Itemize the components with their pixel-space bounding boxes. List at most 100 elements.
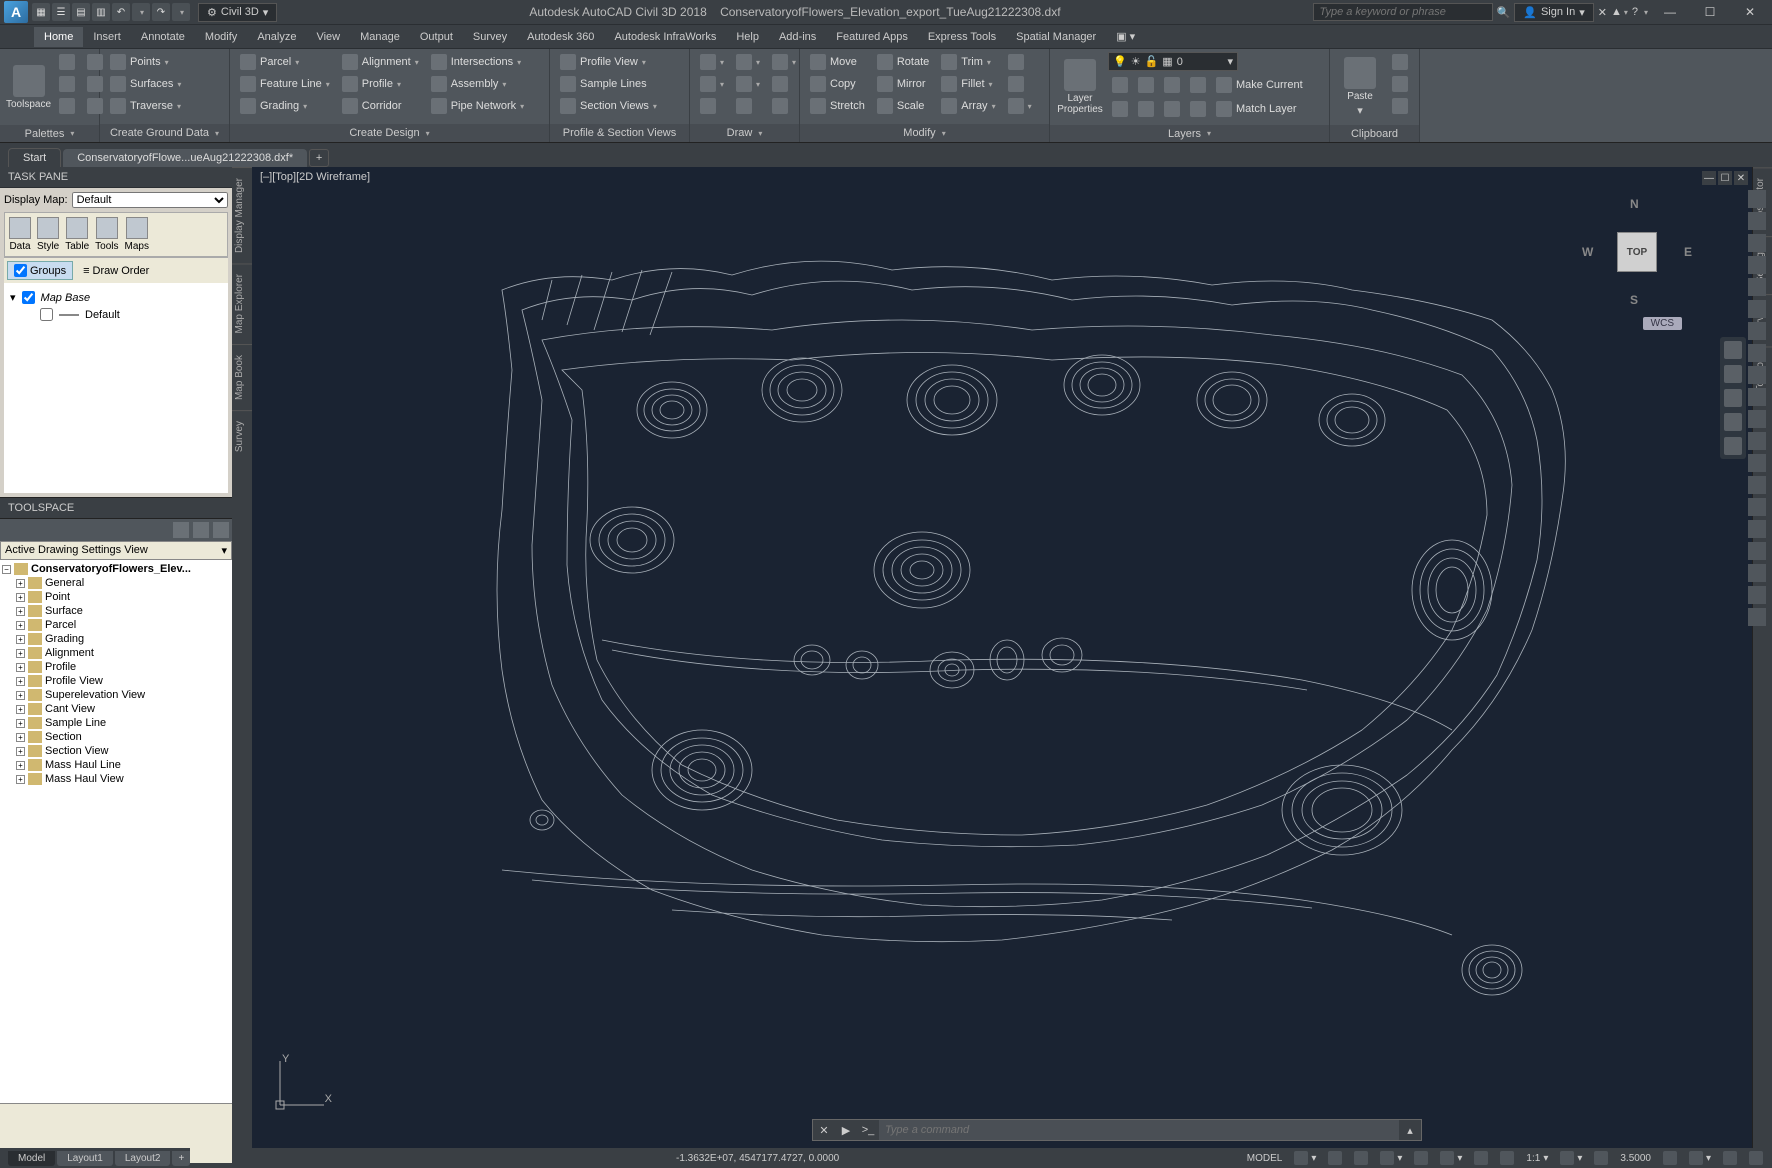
cmd-expand-icon[interactable]: ▴ bbox=[1399, 1120, 1421, 1140]
tp-style-button[interactable]: Style bbox=[37, 217, 59, 252]
array-button[interactable]: Array▾ bbox=[937, 96, 999, 116]
vtab-mapexplorer[interactable]: Map Explorer bbox=[232, 263, 252, 343]
minimize-button[interactable]: — bbox=[1652, 2, 1688, 22]
ts-btn-3[interactable] bbox=[213, 522, 229, 538]
qat-redo-icon[interactable]: ↷ bbox=[152, 3, 170, 21]
panel-palettes-title[interactable]: Palettes bbox=[0, 125, 99, 142]
qat-saveas-icon[interactable]: ▥ bbox=[92, 3, 110, 21]
ts-node-section-view[interactable]: +Section View bbox=[2, 744, 230, 758]
btab-layout2[interactable]: Layout2 bbox=[115, 1151, 171, 1166]
vtab-displaymanager[interactable]: Display Manager bbox=[232, 167, 252, 263]
tab-expresstools[interactable]: Express Tools bbox=[918, 27, 1006, 47]
btab-add[interactable]: + bbox=[172, 1151, 190, 1166]
rtool-10[interactable] bbox=[1748, 388, 1766, 406]
search-input[interactable] bbox=[1313, 3, 1493, 21]
ts-btn-1[interactable] bbox=[173, 522, 189, 538]
layer-tool-3[interactable] bbox=[1160, 75, 1184, 95]
featureline-button[interactable]: Feature Line▾ bbox=[236, 74, 334, 94]
stretch-button[interactable]: Stretch bbox=[806, 96, 869, 116]
nav-wheel-icon[interactable] bbox=[1724, 341, 1742, 359]
matchlayer-button[interactable]: Match Layer bbox=[1212, 99, 1301, 119]
rtool-4[interactable] bbox=[1748, 256, 1766, 274]
search-icon[interactable]: 🔍 bbox=[1497, 6, 1511, 19]
qat-new-icon[interactable]: ▦ bbox=[32, 3, 50, 21]
rtool-19[interactable] bbox=[1748, 586, 1766, 604]
exchange-icon[interactable]: ✕ bbox=[1598, 6, 1607, 19]
ts-node-sample-line[interactable]: +Sample Line bbox=[2, 716, 230, 730]
tab-insert[interactable]: Insert bbox=[83, 27, 131, 47]
draw-poly-icon[interactable] bbox=[696, 96, 728, 116]
tab-view[interactable]: View bbox=[306, 27, 350, 47]
status-polar-icon[interactable] bbox=[1380, 1151, 1394, 1165]
status-ortho-icon[interactable] bbox=[1354, 1151, 1368, 1165]
help-dd[interactable] bbox=[1642, 6, 1648, 18]
tab-extra-icon[interactable]: ▣ ▾ bbox=[1106, 26, 1145, 47]
nav-showmotion-icon[interactable] bbox=[1724, 437, 1742, 455]
ts-node-mass-haul-line[interactable]: +Mass Haul Line bbox=[2, 758, 230, 772]
vtab-mapbook[interactable]: Map Book bbox=[232, 344, 252, 410]
status-custom-icon[interactable] bbox=[1749, 1151, 1763, 1165]
draw-line-icon[interactable]: ▾ bbox=[696, 52, 728, 72]
ts-btn-2[interactable] bbox=[193, 522, 209, 538]
fillet-button[interactable]: Fillet▾ bbox=[937, 74, 999, 94]
draw-circle-icon[interactable]: ▾ bbox=[732, 52, 764, 72]
tp-tab-groups[interactable]: Groups bbox=[7, 261, 73, 280]
viewcube[interactable]: N E S W TOP bbox=[1582, 197, 1692, 307]
palette-btn-1[interactable] bbox=[55, 52, 79, 72]
app-icon[interactable]: A bbox=[4, 1, 28, 23]
tp-data-button[interactable]: Data bbox=[9, 217, 31, 252]
rtool-15[interactable] bbox=[1748, 498, 1766, 516]
status-dyn-icon[interactable] bbox=[1500, 1151, 1514, 1165]
trim-button[interactable]: Trim▾ bbox=[937, 52, 999, 72]
tab-spatialmanager[interactable]: Spatial Manager bbox=[1006, 27, 1106, 47]
rtool-8[interactable] bbox=[1748, 344, 1766, 362]
tab-infraworks[interactable]: Autodesk InfraWorks bbox=[604, 27, 726, 47]
panel-layers-title[interactable]: Layers bbox=[1050, 125, 1329, 142]
signin-button[interactable]: 👤 Sign In ▾ bbox=[1514, 3, 1593, 22]
doctab-start[interactable]: Start bbox=[8, 148, 61, 167]
layer-tool-6[interactable] bbox=[1134, 99, 1158, 119]
rtool-2[interactable] bbox=[1748, 212, 1766, 230]
palette-btn-3[interactable] bbox=[55, 96, 79, 116]
modify-extra-1[interactable] bbox=[1004, 52, 1036, 72]
ts-node-profile[interactable]: +Profile bbox=[2, 660, 230, 674]
command-input[interactable] bbox=[879, 1124, 1399, 1136]
nav-pan-icon[interactable] bbox=[1724, 365, 1742, 383]
modify-extra-2[interactable] bbox=[1004, 74, 1036, 94]
draw-misc-icon[interactable] bbox=[768, 96, 800, 116]
copy-button[interactable]: Copy bbox=[806, 74, 869, 94]
move-button[interactable]: Move bbox=[806, 52, 869, 72]
panel-design-title[interactable]: Create Design bbox=[230, 124, 549, 142]
assembly-button[interactable]: Assembly▾ bbox=[427, 74, 528, 94]
traverse-button[interactable]: Traverse▾ bbox=[106, 96, 185, 116]
viewcube-s[interactable]: S bbox=[1630, 293, 1638, 307]
tp-table-button[interactable]: Table bbox=[65, 217, 89, 252]
ucs-icon[interactable]: Y X bbox=[272, 1053, 332, 1113]
clip-extra-icon[interactable] bbox=[1388, 96, 1412, 116]
cmd-recent-icon[interactable]: ▶ bbox=[835, 1120, 857, 1140]
status-plus-icon[interactable] bbox=[1594, 1151, 1608, 1165]
rtool-18[interactable] bbox=[1748, 564, 1766, 582]
ts-node-grading[interactable]: +Grading bbox=[2, 632, 230, 646]
qat-undo-icon[interactable]: ↶ bbox=[112, 3, 130, 21]
status-coords[interactable]: -1.3632E+07, 4547177.4727, 0.0000 bbox=[256, 1153, 842, 1164]
pipenetwork-button[interactable]: Pipe Network▾ bbox=[427, 96, 528, 116]
ts-node-section[interactable]: +Section bbox=[2, 730, 230, 744]
rtool-7[interactable] bbox=[1748, 322, 1766, 340]
panel-draw-title[interactable]: Draw bbox=[690, 124, 799, 142]
help-icon[interactable]: ? bbox=[1632, 6, 1638, 18]
toolspace-tree[interactable]: −ConservatoryofFlowers_Elev... +General+… bbox=[0, 560, 232, 1103]
nav-orbit-icon[interactable] bbox=[1724, 413, 1742, 431]
surfaces-button[interactable]: Surfaces▾ bbox=[106, 74, 185, 94]
tab-manage[interactable]: Manage bbox=[350, 27, 410, 47]
viewcube-w[interactable]: W bbox=[1582, 245, 1593, 259]
doctab-file[interactable]: ConservatoryofFlowe...ueAug21222308.dxf* bbox=[63, 149, 307, 167]
status-3dosnap-icon[interactable] bbox=[1440, 1151, 1454, 1165]
exchange-dd-icon[interactable]: ▲ bbox=[1611, 6, 1628, 18]
wcs-badge[interactable]: WCS bbox=[1643, 317, 1682, 330]
ts-node-superelevation-view[interactable]: +Superelevation View bbox=[2, 688, 230, 702]
tp-tree[interactable]: ▾Map Base Default bbox=[4, 283, 228, 493]
vtab-survey[interactable]: Survey bbox=[232, 410, 252, 462]
status-clean-icon[interactable] bbox=[1723, 1151, 1737, 1165]
draw-spline-icon[interactable] bbox=[768, 74, 800, 94]
